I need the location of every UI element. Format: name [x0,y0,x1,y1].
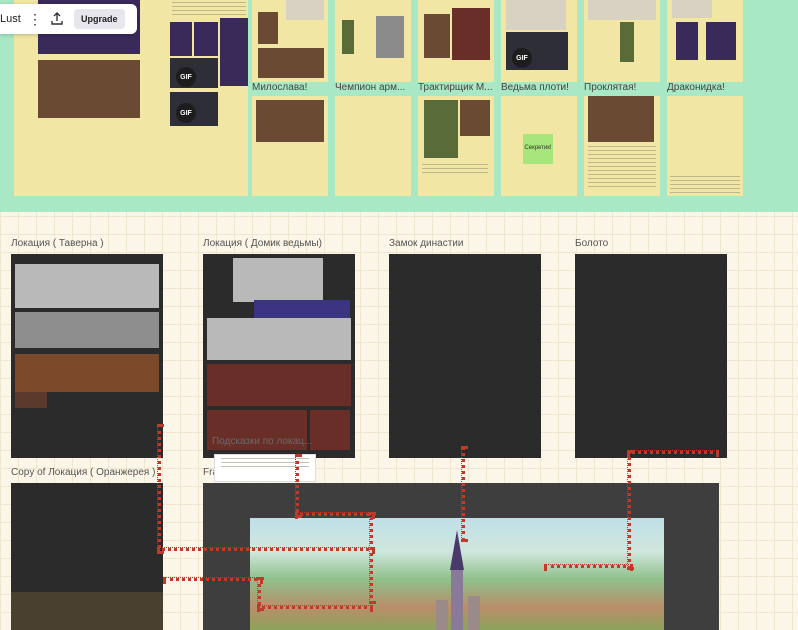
card-title: Милослава! [252,82,308,93]
connector-line [295,454,299,518]
character-image[interactable] [376,16,404,58]
connector-line [157,424,161,554]
board-toolbar: Lust ⋮ Upgrade [0,4,137,34]
text-block [422,164,488,176]
connector-line [461,446,465,542]
frame-label-greenhouse[interactable]: Copy of Локация ( Оранжерея ) [11,467,155,478]
character-image[interactable] [220,18,248,86]
frame-label-castle[interactable]: Замок династии [389,238,463,249]
character-image[interactable] [342,20,354,54]
character-image[interactable] [588,0,656,20]
witch-sketch-image[interactable] [207,318,351,360]
text-block [670,176,740,194]
character-image[interactable] [258,12,278,44]
character-image[interactable] [286,0,324,20]
location-hints-text[interactable]: Подсказки по локац... [212,436,312,447]
tavern-sketch-image[interactable] [15,312,159,348]
character-image[interactable] [452,8,490,60]
witch-sketch-image[interactable] [233,258,323,302]
character-image[interactable] [620,22,634,62]
more-vertical-icon[interactable]: ⋮ [24,8,46,30]
connector-line [163,577,263,581]
character-image[interactable] [256,100,324,142]
witch-scene-image[interactable] [207,364,351,406]
notes-card[interactable] [335,96,411,196]
connector-line [544,564,633,568]
secret-sticky-note[interactable]: Секретик! [523,134,553,164]
frame-swamp[interactable] [575,254,727,458]
connector-line [627,450,719,454]
text-block [588,146,656,190]
frame-label-swamp[interactable]: Болото [575,238,608,249]
tavern-sketch-image[interactable] [15,264,159,308]
connector-line [157,547,375,551]
tavern-scene-image[interactable] [15,392,47,408]
text-block [172,2,246,18]
character-image[interactable] [170,22,192,56]
character-image[interactable] [706,22,736,60]
tavern-scene-image[interactable] [15,354,159,392]
connector-line [295,512,375,516]
upgrade-button[interactable]: Upgrade [74,9,125,29]
character-image[interactable] [424,14,450,58]
frame-label-witch-house[interactable]: Локация ( Домик ведьмы) [203,238,322,249]
character-image[interactable] [258,48,324,78]
castle-tower-icon [436,530,480,630]
connector-line [369,512,373,604]
connector-line [257,605,373,609]
share-upload-icon[interactable] [46,8,68,30]
card-title: Трактирщик М... [418,82,493,93]
character-image[interactable] [38,60,140,118]
character-image[interactable] [506,0,566,30]
witch-scene-image[interactable] [310,410,350,450]
character-image[interactable] [676,22,698,60]
gif-badge: GIF [176,103,196,123]
gif-badge: GIF [176,67,196,87]
card-title: Проклятая! [584,82,637,93]
board-name[interactable]: Lust [0,13,24,25]
card-title: Драконидка! [667,82,725,93]
card-title: Ведьма плоти! [501,82,569,93]
character-image[interactable] [194,22,218,56]
character-image[interactable] [424,100,458,158]
character-image[interactable] [672,0,712,18]
character-image[interactable] [460,100,490,136]
frame-label-tavern[interactable]: Локация ( Таверна ) [11,238,104,249]
notes-doc[interactable] [214,454,316,482]
card-title: Чемпион арм... [335,82,406,93]
greenhouse-image[interactable] [11,592,163,630]
character-image[interactable] [588,96,654,142]
gif-badge: GIF [512,48,532,68]
connector-line [627,450,631,570]
frame-castle[interactable] [389,254,541,458]
